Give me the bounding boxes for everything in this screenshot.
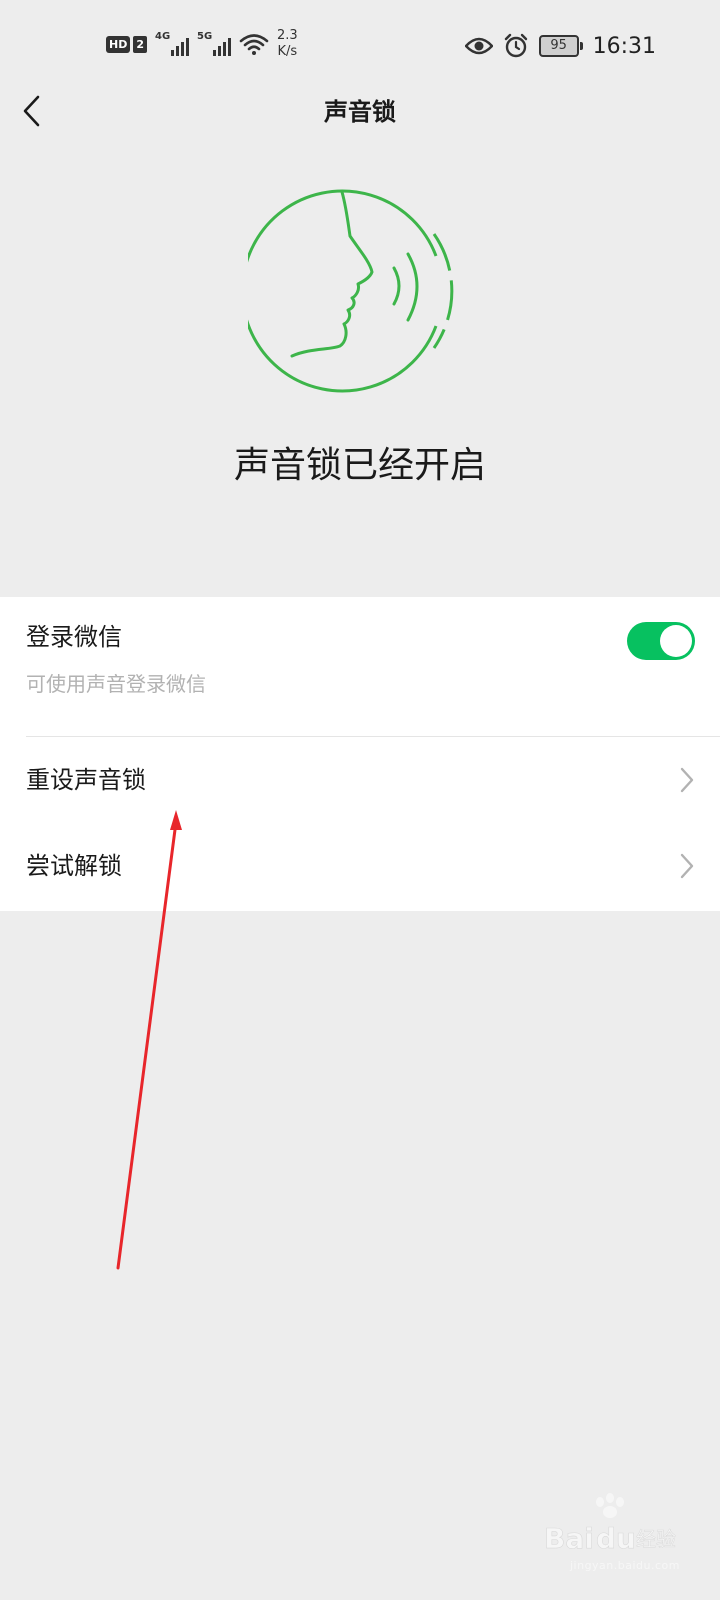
reset-voice-lock-title: 重设声音锁 <box>26 766 146 794</box>
wifi-icon <box>239 34 269 55</box>
navigation-bar: 声音锁 <box>0 92 720 132</box>
chevron-right-icon <box>680 853 694 879</box>
voice-lock-status: 声音锁已经开启 <box>233 445 486 486</box>
network-type-2: 5G <box>197 31 213 42</box>
login-wechat-subtitle: 可使用声音登录微信 <box>26 672 206 696</box>
svg-text:du: du <box>596 1522 636 1554</box>
baidu-logo-icon: Bai du 经验 <box>544 1493 676 1555</box>
voice-face-icon <box>248 189 454 393</box>
status-bar: HD 2 4G 5G 2.3 K/s 95 16:31 <box>0 0 720 92</box>
login-wechat-title: 登录微信 <box>26 623 122 651</box>
speed-value: 2.3 <box>277 28 298 43</box>
clock: 16:31 <box>592 33 656 59</box>
svg-text:Bai: Bai <box>544 1522 594 1554</box>
network-type-1: 4G <box>155 31 171 42</box>
status-bar-right: 95 16:31 <box>464 28 656 64</box>
battery-level: 95 <box>550 38 567 53</box>
status-bar-left: HD 2 4G 5G 2.3 K/s <box>106 26 298 62</box>
watermark-url: jingyan.baidu.com <box>569 1559 680 1572</box>
baidu-jingyan-watermark: Bai du 经验 jingyan.baidu.com <box>540 1492 680 1572</box>
settings-card: 登录微信 可使用声音登录微信 重设声音锁 尝试解锁 <box>0 597 720 911</box>
chevron-right-icon <box>680 767 694 793</box>
login-wechat-row: 登录微信 可使用声音登录微信 <box>0 597 720 737</box>
speed-unit: K/s <box>277 44 298 59</box>
try-unlock-title: 尝试解锁 <box>26 852 122 880</box>
svg-text:经验: 经验 <box>636 1527 676 1551</box>
signal-icon-sim2: 5G <box>197 32 231 56</box>
network-speed: 2.3 K/s <box>277 28 298 60</box>
hd-indicator: HD 2 <box>106 35 147 53</box>
hd-label: HD <box>106 35 131 53</box>
page-title: 声音锁 <box>324 98 396 126</box>
eye-icon <box>464 37 493 55</box>
toggle-knob <box>660 625 692 657</box>
battery-icon: 95 <box>538 35 583 57</box>
alarm-icon <box>504 33 527 58</box>
try-unlock-row[interactable]: 尝试解锁 <box>0 823 720 909</box>
login-wechat-toggle[interactable] <box>627 622 695 660</box>
sim-label: 2 <box>133 35 147 53</box>
signal-icon-sim1: 4G <box>155 32 189 56</box>
reset-voice-lock-row[interactable]: 重设声音锁 <box>0 737 720 823</box>
